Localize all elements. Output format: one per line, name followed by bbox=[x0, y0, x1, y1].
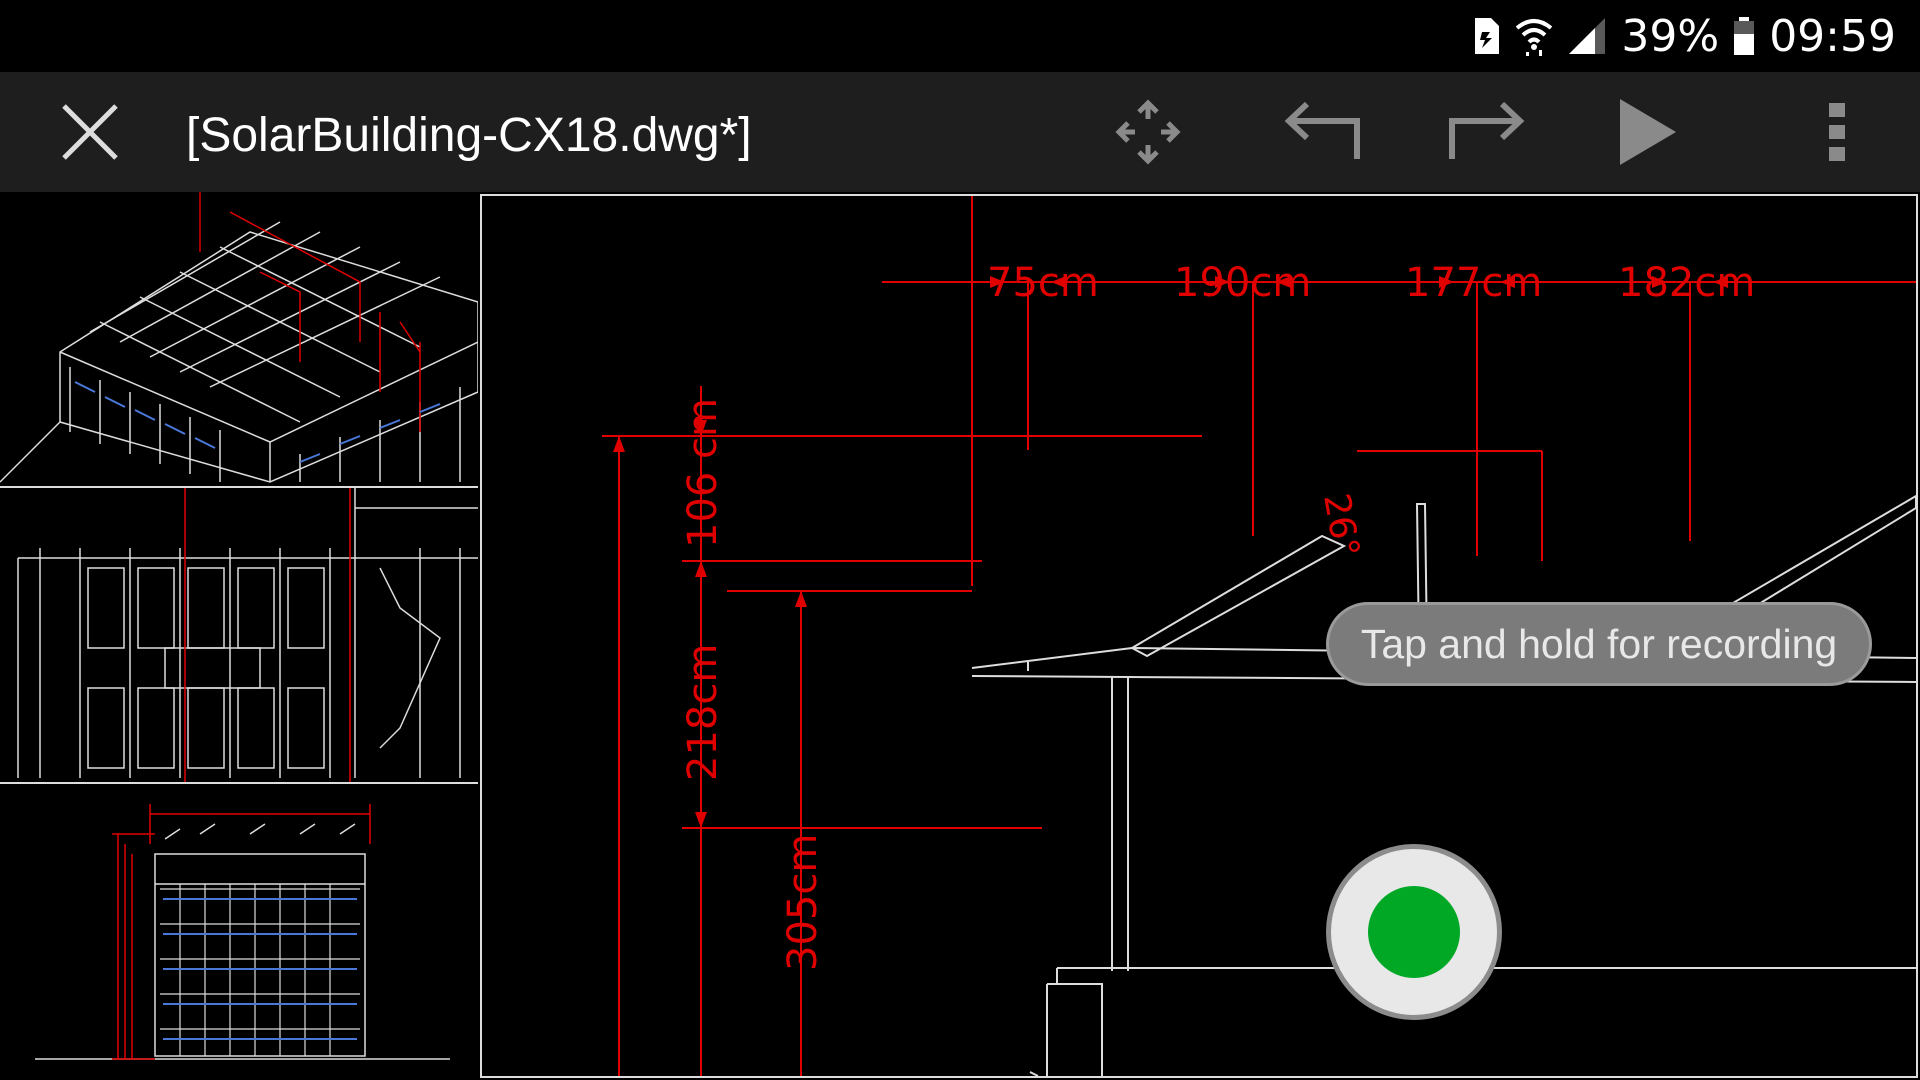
wifi-icon bbox=[1516, 19, 1553, 56]
record-button[interactable] bbox=[1326, 844, 1502, 1020]
dim-label-218: 218cm bbox=[680, 644, 726, 781]
dim-label-182: 182cm bbox=[1618, 260, 1755, 306]
status-icons: 39% 09:59 bbox=[1471, 0, 1896, 72]
status-bar: 39% 09:59 bbox=[0, 0, 1920, 72]
clock: 09:59 bbox=[1769, 10, 1896, 62]
dim-label-177: 177cm bbox=[1405, 260, 1542, 306]
isometric-building-drawing bbox=[0, 192, 478, 483]
redo-icon bbox=[1449, 101, 1525, 159]
pan-move-icon bbox=[1115, 99, 1181, 165]
record-icon bbox=[1368, 886, 1460, 978]
pan-button[interactable] bbox=[1103, 92, 1193, 172]
dim-label-angle: 26° bbox=[1315, 490, 1366, 560]
dim-label-190: 190cm bbox=[1174, 260, 1311, 306]
play-button[interactable] bbox=[1602, 92, 1692, 172]
top-toolbar: [SolarBuilding-CX18.dwg*] bbox=[0, 72, 1920, 192]
undo-button[interactable] bbox=[1276, 92, 1366, 172]
viewport-side-elevation[interactable] bbox=[0, 784, 478, 1078]
side-elevation-drawing bbox=[35, 804, 450, 1060]
recording-tooltip: Tap and hold for recording bbox=[1326, 602, 1872, 686]
elevation-drawing bbox=[17, 488, 478, 782]
battery-icon bbox=[1734, 17, 1755, 55]
overflow-menu-button[interactable] bbox=[1792, 92, 1882, 172]
redo-button[interactable] bbox=[1443, 92, 1533, 172]
more-vert-icon bbox=[1829, 103, 1845, 161]
sim-card-icon bbox=[1475, 18, 1500, 54]
file-title: [SolarBuilding-CX18.dwg*] bbox=[186, 109, 752, 162]
undo-icon bbox=[1284, 101, 1360, 159]
viewport-elevation[interactable] bbox=[0, 488, 478, 784]
signal-icon bbox=[1569, 18, 1606, 54]
dim-label-75: 75cm bbox=[987, 260, 1099, 306]
dim-label-106: 106 cm bbox=[680, 398, 726, 548]
drawing-canvas[interactable]: 75cm 190cm 177cm 182cm 106 cm 218cm 305c… bbox=[0, 192, 1920, 1080]
viewport-isometric[interactable] bbox=[0, 192, 478, 488]
play-icon bbox=[1620, 99, 1676, 165]
battery-percent: 39% bbox=[1621, 10, 1720, 62]
dim-label-305: 305cm bbox=[780, 834, 826, 971]
close-icon bbox=[62, 104, 118, 160]
close-button[interactable] bbox=[56, 98, 124, 166]
